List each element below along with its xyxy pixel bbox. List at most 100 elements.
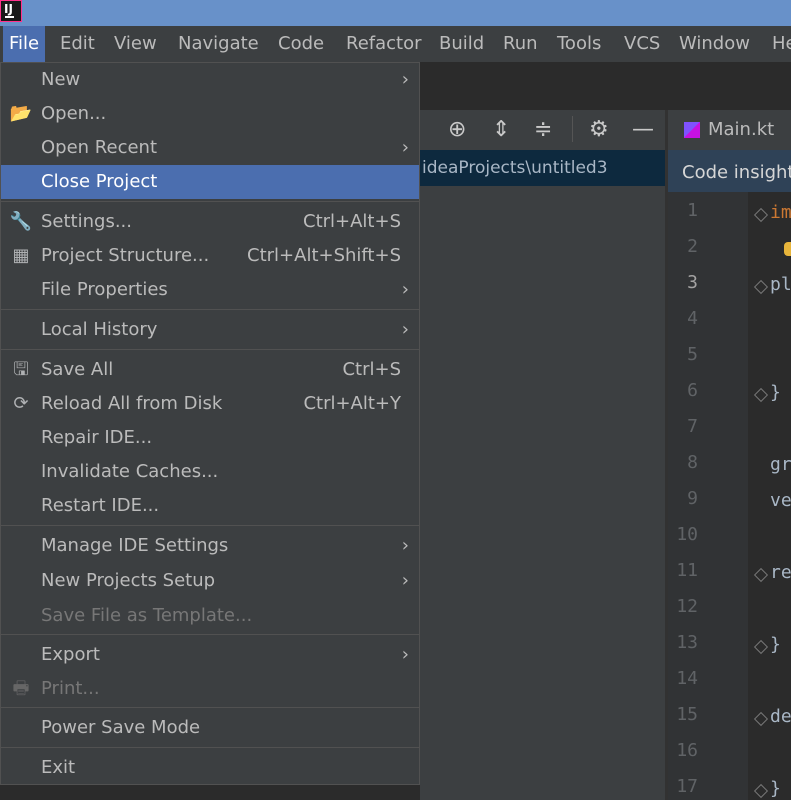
intellij-logo-icon: IJ: [0, 0, 22, 22]
menu-window[interactable]: Window: [679, 26, 750, 62]
menu-item-reload-all[interactable]: ⟳ Reload All from Disk Ctrl+Alt+Y: [1, 387, 419, 421]
tab-label: Main.kt: [708, 119, 775, 140]
menu-code[interactable]: Code: [278, 26, 324, 62]
menu-item-label: Save All: [41, 359, 114, 380]
menu-view[interactable]: View: [114, 26, 157, 62]
menu-build[interactable]: Build: [439, 26, 484, 62]
menu-item-settings[interactable]: 🔧 Settings... Ctrl+Alt+S: [1, 205, 419, 239]
code-line: re: [770, 562, 791, 583]
menu-item-label: Open Recent: [41, 137, 158, 158]
lightbulb-icon[interactable]: [784, 242, 791, 256]
menu-item-label: Reload All from Disk: [41, 393, 223, 414]
menu-edit[interactable]: Edit: [60, 26, 95, 62]
menu-item-label: Settings...: [41, 211, 132, 232]
fold-marker-icon[interactable]: [753, 279, 769, 295]
menu-item-exit[interactable]: Exit: [1, 751, 419, 785]
menu-item-label: Invalidate Caches...: [41, 461, 219, 482]
menu-item-label: Export: [41, 644, 100, 665]
menu-separator: [1, 309, 419, 310]
menu-item-save-all[interactable]: 🖫 Save All Ctrl+S: [1, 353, 419, 387]
code-line: im: [770, 202, 791, 223]
menu-separator: [1, 525, 419, 526]
line-number: 9: [687, 488, 698, 509]
submenu-arrow-icon: ›: [401, 279, 409, 300]
menu-item-label: Save File as Template...: [41, 605, 253, 626]
expand-all-icon[interactable]: ⇕: [492, 110, 510, 150]
fold-marker-icon[interactable]: [753, 567, 769, 583]
menu-item-new-projects-setup[interactable]: New Projects Setup ›: [1, 564, 419, 598]
fold-marker-icon[interactable]: [753, 387, 769, 403]
menu-item-manage-ide-settings[interactable]: Manage IDE Settings ›: [1, 529, 419, 563]
menu-bar: File Edit View Navigate Code Refactor Bu…: [0, 26, 791, 62]
code-line: gr: [770, 454, 791, 475]
menu-vcs[interactable]: VCS: [624, 26, 660, 62]
line-number: 17: [676, 776, 698, 797]
menu-item-power-save-mode[interactable]: Power Save Mode: [1, 711, 419, 745]
menu-item-label: Exit: [41, 757, 76, 778]
shortcut-label: Ctrl+S: [342, 359, 401, 380]
menu-item-save-as-template: Save File as Template...: [1, 599, 419, 633]
submenu-arrow-icon: ›: [401, 535, 409, 556]
code-line: pl: [770, 274, 791, 295]
menu-item-invalidate-caches[interactable]: Invalidate Caches...: [1, 455, 419, 489]
menu-item-repair-ide[interactable]: Repair IDE...: [1, 421, 419, 455]
menu-item-label: Repair IDE...: [41, 427, 153, 448]
wrench-icon: 🔧: [9, 211, 33, 232]
menu-tools[interactable]: Tools: [557, 26, 601, 62]
line-number: 5: [687, 344, 698, 365]
minimize-icon[interactable]: —: [632, 110, 654, 150]
menu-separator: [1, 707, 419, 708]
code-line: ve: [770, 490, 791, 511]
menu-item-open[interactable]: 📂 Open...: [1, 97, 419, 131]
menu-run[interactable]: Run: [503, 26, 538, 62]
printer-icon: 🖶: [12, 678, 30, 699]
line-number: 1: [687, 200, 698, 221]
submenu-arrow-icon: ›: [401, 319, 409, 340]
gear-icon[interactable]: ⚙: [589, 110, 609, 150]
fold-marker-icon[interactable]: [753, 639, 769, 655]
editor-tab-main-kt[interactable]: Main.kt: [668, 110, 791, 150]
menu-item-label: File Properties: [41, 279, 168, 300]
menu-item-label: Manage IDE Settings: [41, 535, 229, 556]
line-number: 10: [676, 524, 698, 545]
menu-item-label: Open...: [41, 103, 107, 124]
menu-item-label: Project Structure...: [41, 245, 210, 266]
fold-marker-icon[interactable]: [753, 711, 769, 727]
fold-marker-icon[interactable]: [753, 207, 769, 223]
line-number: 11: [676, 560, 698, 581]
reload-icon: ⟳: [13, 393, 29, 414]
menu-item-label: Restart IDE...: [41, 495, 160, 516]
locate-icon[interactable]: ⊕: [448, 110, 466, 150]
menu-item-label: Close Project: [41, 171, 158, 192]
line-number: 12: [676, 596, 698, 617]
menu-item-label: New Projects Setup: [41, 570, 216, 591]
folder-open-icon: 📂: [9, 103, 33, 124]
menu-file[interactable]: File: [3, 26, 46, 62]
save-icon: 🖫: [13, 359, 29, 380]
shortcut-label: Ctrl+Alt+S: [303, 211, 401, 232]
shortcut-label: Ctrl+Alt+Shift+S: [247, 245, 401, 266]
submenu-arrow-icon: ›: [401, 570, 409, 591]
collapse-all-icon[interactable]: ≑: [534, 110, 552, 150]
code-line: de: [770, 706, 791, 727]
menu-item-restart-ide[interactable]: Restart IDE...: [1, 489, 419, 523]
menu-item-export[interactable]: Export ›: [1, 638, 419, 672]
menu-refactor[interactable]: Refactor: [346, 26, 422, 62]
line-number: 4: [687, 308, 698, 329]
kotlin-file-icon: [684, 122, 700, 138]
menu-help[interactable]: He: [772, 26, 791, 62]
menu-item-label: Print...: [41, 678, 100, 699]
menu-item-project-structure[interactable]: ▦ Project Structure... Ctrl+Alt+Shift+S: [1, 239, 419, 273]
menu-navigate[interactable]: Navigate: [178, 26, 259, 62]
menu-item-local-history[interactable]: Local History ›: [1, 313, 419, 347]
menu-item-file-properties[interactable]: File Properties ›: [1, 273, 419, 307]
title-bar: IJ: [0, 0, 791, 26]
menu-item-close-project[interactable]: Close Project: [1, 165, 419, 199]
line-number: 13: [676, 632, 698, 653]
line-number: 6: [687, 380, 698, 401]
file-menu-dropdown: New › 📂 Open... Open Recent › Close Proj…: [0, 62, 420, 785]
menu-item-open-recent[interactable]: Open Recent ›: [1, 131, 419, 165]
line-number: 7: [687, 416, 698, 437]
fold-marker-icon[interactable]: [753, 783, 769, 799]
menu-item-new[interactable]: New ›: [1, 63, 419, 97]
